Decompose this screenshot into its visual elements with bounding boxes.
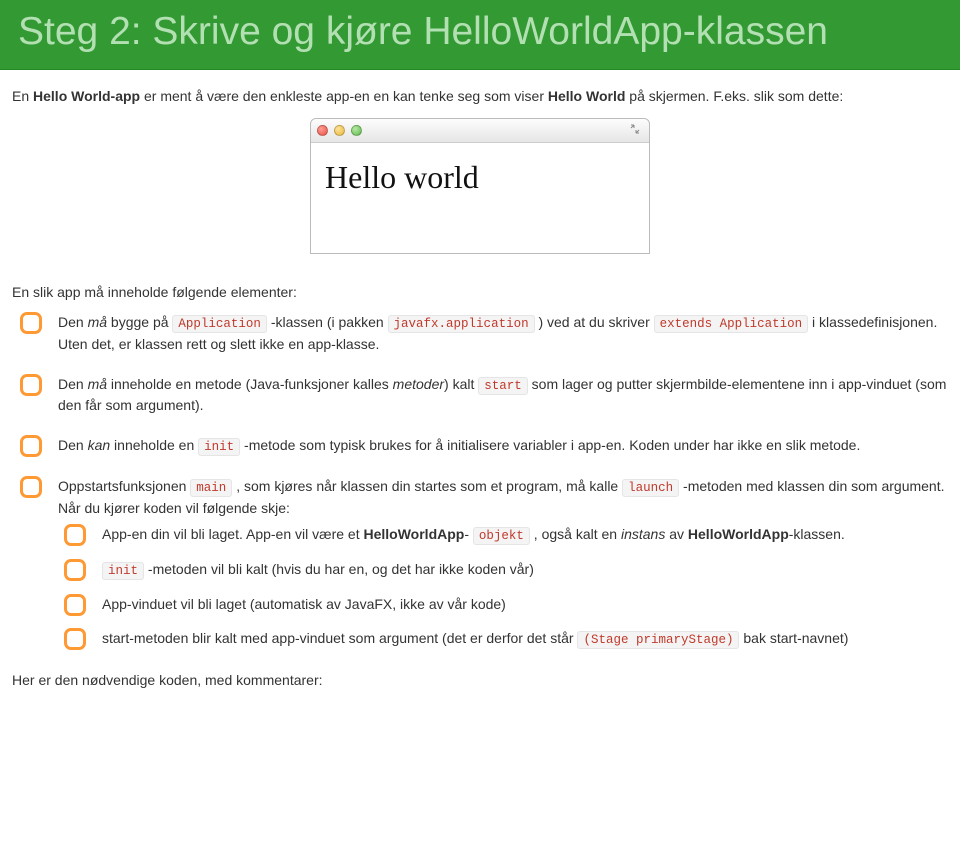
item-text: start-metoden blir kalt med app-vinduet …	[102, 630, 577, 646]
mac-body: Hello world	[311, 143, 649, 253]
item-text: , også kalt en	[530, 526, 621, 542]
intro-text-3: på skjermen. F.eks. slik som dette:	[625, 88, 843, 104]
code-snippet: objekt	[473, 527, 530, 545]
zoom-icon	[351, 125, 362, 136]
item-text: av	[665, 526, 688, 542]
code-snippet: start	[478, 377, 528, 395]
hello-world-text: Hello world	[325, 159, 479, 195]
resize-icon	[629, 123, 643, 138]
item-text: -klassen.	[789, 526, 845, 542]
checkbox-icon[interactable]	[64, 628, 86, 650]
checkbox-icon[interactable]	[64, 524, 86, 546]
list-item: Oppstartsfunksjonen main , som kjøres nå…	[12, 476, 948, 649]
traffic-lights	[317, 125, 362, 136]
checkbox-icon[interactable]	[20, 476, 42, 498]
figure-wrapper: Hello world	[12, 118, 948, 254]
list-item: App-en din vil bli laget. App-en vil vær…	[58, 524, 948, 545]
item-text: Den	[58, 314, 88, 330]
item-text: -metode som typisk brukes for å initiali…	[240, 437, 860, 453]
code-snippet: launch	[622, 479, 679, 497]
code-snippet: Application	[172, 315, 267, 333]
checkbox-icon[interactable]	[64, 594, 86, 616]
item-text: bygge på	[107, 314, 172, 330]
list-item: Den må inneholde en metode (Java-funksjo…	[12, 374, 948, 415]
item-em: kan	[88, 437, 111, 453]
item-em: må	[88, 376, 107, 392]
minimize-icon	[334, 125, 345, 136]
item-text: Oppstartsfunksjonen	[58, 478, 190, 494]
intro-paragraph: En Hello World-app er ment å være den en…	[12, 86, 948, 106]
item-text: Den	[58, 376, 88, 392]
outro-text: Her er den nødvendige koden, med komment…	[12, 670, 948, 690]
code-snippet: javafx.application	[388, 315, 535, 333]
intro-bold-2: Hello World	[548, 88, 626, 104]
close-icon	[317, 125, 328, 136]
intro-bold-1: Hello World-app	[33, 88, 140, 104]
code-snippet: main	[190, 479, 232, 497]
checkbox-icon[interactable]	[20, 312, 42, 334]
list-item: App-vinduet vil bli laget (automatisk av…	[58, 594, 948, 614]
item-text: -	[464, 526, 473, 542]
checkbox-icon[interactable]	[64, 559, 86, 581]
item-text: App-en din vil bli laget. App-en vil vær…	[102, 526, 363, 542]
item-text: -klassen (i pakken	[267, 314, 388, 330]
item-text: App-vinduet vil bli laget (automatisk av…	[102, 596, 506, 612]
step-title: Steg 2: Skrive og kjøre HelloWorldApp-kl…	[18, 10, 942, 55]
list-item: init -metoden vil bli kalt (hvis du har …	[58, 559, 948, 580]
sub-checklist: App-en din vil bli laget. App-en vil vær…	[58, 524, 948, 650]
lead-text: En slik app må inneholde følgende elemen…	[12, 282, 948, 302]
item-text: ) kalt	[444, 376, 478, 392]
item-text: ) ved at du skriver	[535, 314, 654, 330]
step-header: Steg 2: Skrive og kjøre HelloWorldApp-kl…	[0, 0, 960, 70]
code-snippet: init	[102, 562, 144, 580]
intro-text: En	[12, 88, 33, 104]
checklist: Den må bygge på Application -klassen (i …	[12, 312, 948, 649]
item-strong: HelloWorldApp	[688, 526, 789, 542]
mac-window: Hello world	[310, 118, 650, 254]
item-text: Den	[58, 437, 88, 453]
item-text: bak start-navnet)	[739, 630, 848, 646]
item-text: -metoden vil bli kalt (hvis du har en, o…	[144, 561, 534, 577]
item-text: inneholde en metode (Java-funksjoner kal…	[107, 376, 393, 392]
code-snippet: extends Application	[654, 315, 809, 333]
checkbox-icon[interactable]	[20, 374, 42, 396]
mac-titlebar	[311, 119, 649, 143]
item-text: , som kjøres når klassen din startes som…	[232, 478, 622, 494]
item-text: inneholde en	[110, 437, 198, 453]
code-snippet: init	[198, 438, 240, 456]
intro-text-2: er ment å være den enkleste app-en en ka…	[140, 88, 548, 104]
code-snippet: (Stage primaryStage)	[577, 631, 739, 649]
item-em: må	[88, 314, 107, 330]
item-em: instans	[621, 526, 665, 542]
list-item: Den må bygge på Application -klassen (i …	[12, 312, 948, 353]
checkbox-icon[interactable]	[20, 435, 42, 457]
list-item: Den kan inneholde en init -metode som ty…	[12, 435, 948, 456]
item-em: metoder	[393, 376, 444, 392]
list-item: start-metoden blir kalt med app-vinduet …	[58, 628, 948, 649]
item-strong: HelloWorldApp	[363, 526, 464, 542]
content: En Hello World-app er ment å være den en…	[0, 70, 960, 720]
